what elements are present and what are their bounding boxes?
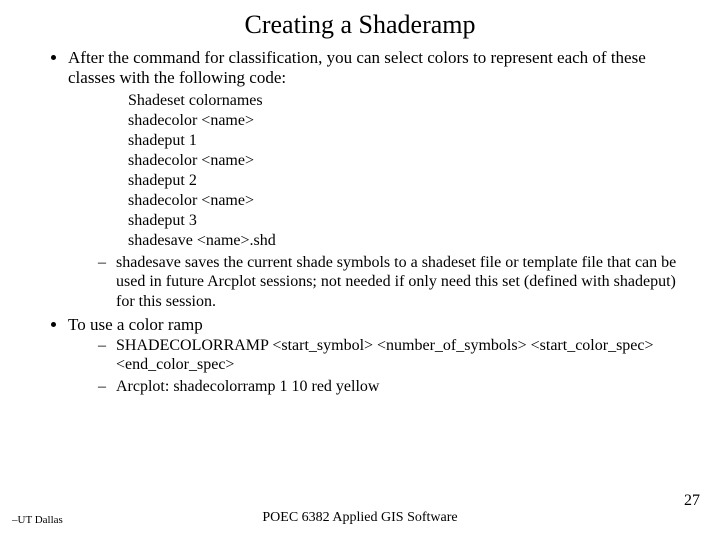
code-line: shadecolor <name> (128, 111, 680, 131)
sub-bullet: Arcplot: shadecolorramp 1 10 red yellow (98, 377, 680, 397)
footer-center: POEC 6382 Applied GIS Software (0, 510, 720, 526)
bullet-2: To use a color ramp SHADECOLORRAMP <star… (68, 315, 680, 396)
code-line: shadeput 2 (128, 171, 680, 191)
bullet-1-text: After the command for classification, yo… (68, 48, 646, 87)
sub-bullet: shadesave saves the current shade symbol… (98, 253, 680, 312)
page-number: 27 (684, 492, 700, 510)
sub-list-1: shadesave saves the current shade symbol… (68, 253, 680, 312)
bullet-list: After the command for classification, yo… (40, 48, 680, 396)
code-line: shadesave <name>.shd (128, 231, 680, 251)
code-line: shadecolor <name> (128, 191, 680, 211)
code-line: Shadeset colornames (128, 91, 680, 111)
bullet-2-text: To use a color ramp (68, 315, 203, 334)
slide-title: Creating a Shaderamp (40, 10, 680, 40)
sub-list-2: SHADECOLORRAMP <start_symbol> <number_of… (68, 336, 680, 397)
bullet-1: After the command for classification, yo… (68, 48, 680, 311)
code-line: shadeput 3 (128, 211, 680, 231)
sub-bullet: SHADECOLORRAMP <start_symbol> <number_of… (98, 336, 680, 375)
code-block: Shadeset colornames shadecolor <name> sh… (128, 91, 680, 251)
code-line: shadecolor <name> (128, 151, 680, 171)
code-line: shadeput 1 (128, 131, 680, 151)
